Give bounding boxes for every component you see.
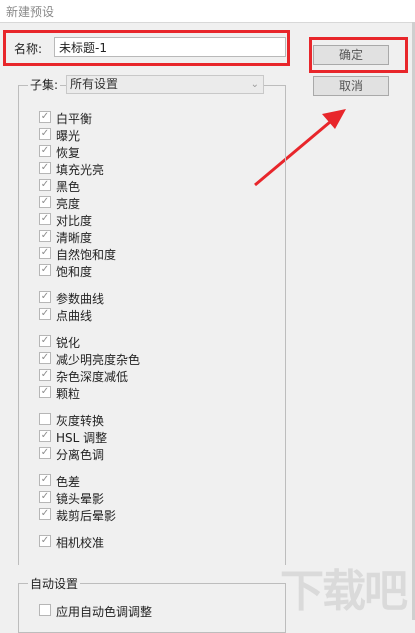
checkbox[interactable]: ✓ bbox=[39, 386, 51, 398]
checkbox[interactable]: ✓ bbox=[39, 430, 51, 442]
checkbox[interactable]: ✓ bbox=[39, 128, 51, 140]
checkbox[interactable]: ✓ bbox=[39, 352, 51, 364]
subset-dropdown[interactable]: 所有设置 ⌄ bbox=[66, 75, 264, 94]
checkbox[interactable]: ✓ bbox=[39, 111, 51, 123]
checkbox-label: 裁剪后晕影 bbox=[56, 509, 117, 523]
checkbox-label: HSL 调整 bbox=[56, 431, 108, 445]
checkbox-label: 减少明亮度杂色 bbox=[56, 353, 141, 367]
checkbox[interactable]: ✓ bbox=[39, 535, 51, 547]
checkbox[interactable]: ✓ bbox=[39, 308, 51, 320]
checkbox-label: 应用自动色调调整 bbox=[56, 605, 153, 619]
checkbox-label: 锐化 bbox=[56, 336, 81, 350]
checkbox-label: 饱和度 bbox=[56, 265, 93, 279]
checkbox[interactable] bbox=[39, 413, 51, 425]
checkbox-label: 相机校准 bbox=[56, 536, 105, 550]
checkbox-label: 灰度转换 bbox=[56, 414, 105, 428]
auto-settings-label: 自动设置 bbox=[28, 575, 81, 592]
checkbox-label: 杂色深度减低 bbox=[56, 370, 129, 384]
checkbox-label: 清晰度 bbox=[56, 231, 93, 245]
checkbox[interactable]: ✓ bbox=[39, 335, 51, 347]
chevron-down-icon: ⌄ bbox=[250, 79, 259, 90]
checkbox-label: 参数曲线 bbox=[56, 292, 105, 306]
checkbox-label: 黑色 bbox=[56, 180, 81, 194]
checkbox[interactable]: ✓ bbox=[39, 213, 51, 225]
checkbox-label: 颗粒 bbox=[56, 387, 81, 401]
checkbox[interactable]: ✓ bbox=[39, 247, 51, 259]
checkbox[interactable]: ✓ bbox=[39, 145, 51, 157]
checkbox[interactable]: ✓ bbox=[39, 230, 51, 242]
checkbox[interactable]: ✓ bbox=[39, 264, 51, 276]
checkbox[interactable]: ✓ bbox=[39, 162, 51, 174]
checkbox[interactable]: ✓ bbox=[39, 474, 51, 486]
subset-label: 子集: bbox=[28, 76, 61, 93]
checkbox[interactable]: ✓ bbox=[39, 508, 51, 520]
checkbox-label: 白平衡 bbox=[56, 112, 93, 126]
checkbox-label: 恢复 bbox=[56, 146, 81, 160]
checkbox-label: 自然饱和度 bbox=[56, 248, 117, 262]
checkbox-label: 镜头晕影 bbox=[56, 492, 105, 506]
checkbox[interactable]: ✓ bbox=[39, 491, 51, 503]
checkbox[interactable]: ✓ bbox=[39, 369, 51, 381]
checkbox[interactable]: ✓ bbox=[39, 447, 51, 459]
watermark-logo: 下载吧 bbox=[280, 566, 408, 617]
checkbox-label: 点曲线 bbox=[56, 309, 93, 323]
checkbox-label: 对比度 bbox=[56, 214, 93, 228]
checkbox[interactable]: ✓ bbox=[39, 179, 51, 191]
checkbox-label: 亮度 bbox=[56, 197, 81, 211]
checkbox[interactable]: ✓ bbox=[39, 196, 51, 208]
checkbox-label: 分离色调 bbox=[56, 448, 105, 462]
subset-selected-value: 所有设置 bbox=[70, 77, 119, 91]
checkbox-label: 曝光 bbox=[56, 129, 81, 143]
checkbox-label: 填充光亮 bbox=[56, 163, 105, 177]
checkbox-label: 色差 bbox=[56, 475, 81, 489]
checkbox[interactable] bbox=[39, 604, 51, 616]
checkbox[interactable]: ✓ bbox=[39, 291, 51, 303]
